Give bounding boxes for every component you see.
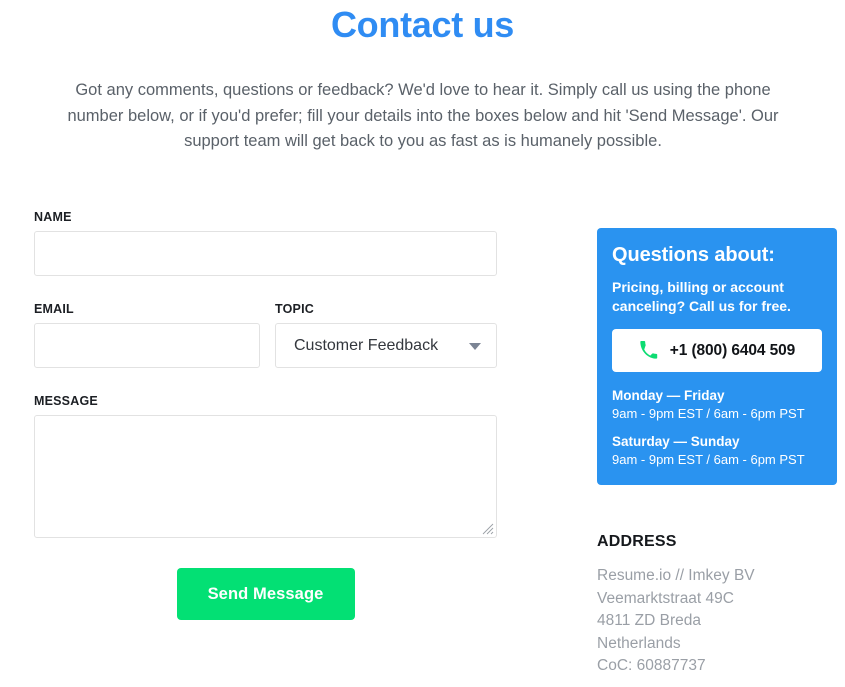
name-label: NAME bbox=[34, 210, 72, 224]
email-topic-row: EMAIL TOPIC Customer Feedback bbox=[34, 302, 497, 368]
address-line: CoC: 60887737 bbox=[597, 657, 706, 674]
topic-select[interactable]: Customer Feedback bbox=[275, 323, 497, 368]
address-line: Netherlands bbox=[597, 634, 681, 652]
address-line: Veemarktstraat 49C bbox=[597, 589, 734, 607]
topic-field-group: TOPIC Customer Feedback bbox=[275, 302, 497, 368]
name-input[interactable] bbox=[34, 231, 497, 276]
topic-label: TOPIC bbox=[275, 302, 314, 316]
hours-weekend-label: Saturday — Sunday bbox=[612, 434, 740, 449]
hours-weekday-time: 9am - 9pm EST / 6am - 6pm PST bbox=[612, 406, 805, 421]
message-textarea[interactable] bbox=[34, 415, 497, 538]
phone-call-button[interactable]: +1 (800) 6404 509 bbox=[612, 329, 822, 372]
email-input[interactable] bbox=[34, 323, 260, 368]
page-title: Contact us bbox=[330, 4, 514, 45]
address-block: Resume.io // Imkey BV Veemarktstraat 49C… bbox=[597, 565, 837, 678]
questions-info-card: Questions about: Pricing, billing or acc… bbox=[597, 228, 837, 485]
phone-icon bbox=[640, 341, 657, 359]
info-card-title: Questions about: bbox=[612, 244, 775, 266]
address-line: Resume.io // Imkey BV bbox=[597, 567, 755, 584]
message-field-group: MESSAGE bbox=[34, 394, 497, 538]
page-intro-paragraph: Got any comments, questions or feedback?… bbox=[67, 81, 779, 150]
submit-row: Send Message bbox=[34, 568, 497, 620]
phone-number-text: +1 (800) 6404 509 bbox=[669, 341, 796, 359]
send-message-button[interactable]: Send Message bbox=[176, 568, 355, 620]
email-label: EMAIL bbox=[34, 302, 74, 316]
hours-weekday-label: Monday — Friday bbox=[612, 388, 725, 403]
email-field-group: EMAIL bbox=[34, 302, 260, 368]
message-textarea-wrapper bbox=[34, 415, 497, 538]
name-field-group: NAME bbox=[34, 210, 497, 276]
address-line: 4811 ZD Breda bbox=[597, 612, 701, 629]
hours-weekend-time: 9am - 9pm EST / 6am - 6pm PST bbox=[612, 452, 805, 467]
address-heading: ADDRESS bbox=[597, 533, 677, 550]
info-card-subtitle: Pricing, billing or account canceling? C… bbox=[612, 279, 791, 314]
topic-selected-value: Customer Feedback bbox=[294, 336, 439, 354]
topic-select-wrapper: Customer Feedback bbox=[275, 323, 497, 368]
sidebar-contact-info: Questions about: Pricing, billing or acc… bbox=[597, 228, 837, 678]
message-label: MESSAGE bbox=[34, 394, 98, 408]
contact-form: NAME EMAIL TOPIC Customer Feedback MESSA… bbox=[34, 210, 497, 620]
